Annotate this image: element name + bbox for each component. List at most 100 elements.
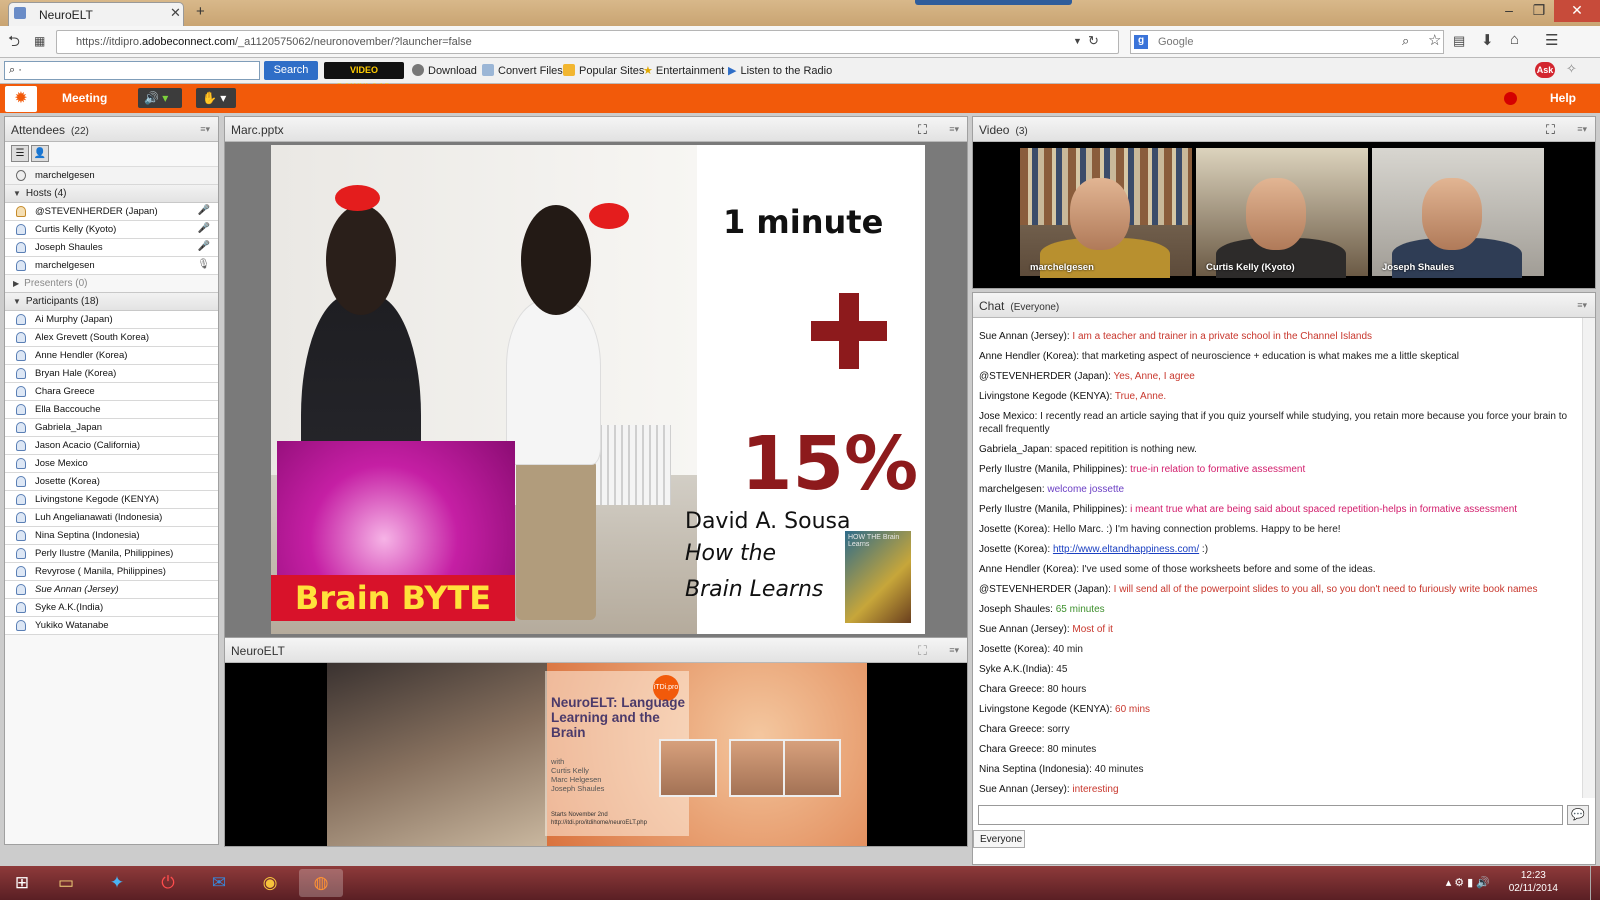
video-feed[interactable]: Joseph Shaules xyxy=(1372,148,1544,278)
toolbar-search-button[interactable]: Search xyxy=(264,61,318,80)
outlook-icon[interactable]: ✉ xyxy=(197,869,241,897)
participant-row[interactable]: Jason Acacio (California) xyxy=(5,437,218,455)
file-explorer-icon[interactable]: ▭ xyxy=(44,869,88,897)
pod-menu-icon[interactable]: ≡▾ xyxy=(1577,124,1587,135)
chat-scrollbar[interactable] xyxy=(1582,318,1595,798)
chrome-icon[interactable]: ◉ xyxy=(248,869,292,897)
toolbar-search-input[interactable]: ⌕ · xyxy=(4,61,260,80)
address-bar[interactable]: https://itdipro.adobeconnect.com/_a11205… xyxy=(56,30,1119,54)
chat-tab-everyone[interactable]: Everyone xyxy=(973,830,1025,848)
banner-name: Curtis Kelly xyxy=(551,766,589,775)
pod-menu-icon[interactable]: ≡▾ xyxy=(949,645,959,656)
participant-row[interactable]: Perly Ilustre (Manila, Philippines) xyxy=(5,545,218,563)
participant-row[interactable]: Revyrose ( Manila, Philippines) xyxy=(5,563,218,581)
bookmarks-list-icon[interactable]: ▤ xyxy=(1453,33,1465,49)
clock-date: 02/11/2014 xyxy=(1508,883,1558,894)
toolbar-settings-icon[interactable]: ✧ xyxy=(1566,61,1577,77)
chat-link[interactable]: http://www.eltandhappiness.com/ xyxy=(1053,544,1199,555)
video-feed[interactable]: marchelgesen xyxy=(1020,148,1192,278)
help-menu[interactable]: Help xyxy=(1550,91,1576,105)
host-row[interactable]: @STEVENHERDER (Japan) 🎤 xyxy=(5,203,218,221)
participants-group[interactable]: ▼ Participants (18) xyxy=(5,293,218,311)
show-desktop-button[interactable] xyxy=(1590,866,1600,900)
power-icon[interactable]: ⏻ xyxy=(146,869,190,897)
host-row[interactable]: Curtis Kelly (Kyoto) 🎤 xyxy=(5,221,218,239)
downloads-icon[interactable]: ⬇ xyxy=(1481,31,1494,49)
chat-message: Livingstone Kegode (KENYA): 60 mins xyxy=(979,703,1581,716)
participant-row[interactable]: Luh Angelianawati (Indonesia) xyxy=(5,509,218,527)
back-button[interactable]: ⮌ xyxy=(8,31,20,56)
participant-row[interactable]: Livingstone Kegode (KENYA) xyxy=(5,491,218,509)
toolbar-entertainment-label: Entertainment xyxy=(655,65,725,77)
participant-row[interactable]: Nina Septina (Indonesia) xyxy=(5,527,218,545)
firefox-icon[interactable]: ◍ xyxy=(299,869,343,897)
participant-row[interactable]: Chara Greece xyxy=(5,383,218,401)
twitter-icon[interactable]: ✦ xyxy=(95,869,139,897)
pod-menu-icon[interactable]: ≡▾ xyxy=(200,124,210,135)
toolbar-radio[interactable]: ▶ Listen to the Radio xyxy=(728,64,832,77)
hosts-group[interactable]: ▼ Hosts (4) xyxy=(5,185,218,203)
list-view-icon[interactable]: ☰ xyxy=(11,145,29,162)
start-button[interactable]: ⊞ xyxy=(0,869,44,897)
fullscreen-icon[interactable]: ⛶ xyxy=(918,643,927,659)
browser-tab-bar: NeuroELT ✕ + – ❐ ✕ xyxy=(0,0,1600,26)
toolbar-convert-files[interactable]: Convert Files xyxy=(482,64,563,77)
self-row[interactable]: marchelgesen xyxy=(5,167,218,185)
page-info-icon[interactable]: ▦ xyxy=(34,34,45,48)
browser-tab[interactable]: NeuroELT xyxy=(8,2,184,26)
bookmark-star-icon[interactable]: ☆ xyxy=(1428,31,1441,49)
system-tray[interactable]: ▴ ⚙ ▮ 🔊 xyxy=(1446,876,1490,889)
toolbar-download[interactable]: Download xyxy=(412,64,477,77)
participant-row[interactable]: Syke A.K.(India) xyxy=(5,599,218,617)
participant-row[interactable]: Josette (Korea) xyxy=(5,473,218,491)
video-name: Joseph Shaules xyxy=(1382,262,1455,273)
chat-text: 80 hours xyxy=(1047,684,1087,695)
fullscreen-icon[interactable]: ⛶ xyxy=(918,122,927,138)
video-feed[interactable]: Curtis Kelly (Kyoto) xyxy=(1196,148,1368,278)
pod-menu-icon[interactable]: ≡▾ xyxy=(949,124,959,135)
participant-row[interactable]: Ai Murphy (Japan) xyxy=(5,311,218,329)
search-magnifier-icon[interactable]: ⌕ xyxy=(1402,33,1409,49)
meeting-menu[interactable]: Meeting xyxy=(62,91,107,105)
ask-logo[interactable]: Ask xyxy=(1535,62,1555,78)
menu-icon[interactable]: ☰ xyxy=(1545,31,1558,49)
participant-row[interactable]: Gabriela_Japan xyxy=(5,419,218,437)
banner-name: Marc Helgesen xyxy=(551,775,602,784)
send-message-button[interactable]: 💬 xyxy=(1567,805,1589,825)
participant-row[interactable]: Alex Grevett (South Korea) xyxy=(5,329,218,347)
participant-row[interactable]: Ella Baccouche xyxy=(5,401,218,419)
toolbar-popular-sites[interactable]: Popular Sites xyxy=(563,64,644,77)
host-row[interactable]: Joseph Shaules 🎤 xyxy=(5,239,218,257)
red-cap-icon xyxy=(335,185,380,211)
popular-sites-icon xyxy=(563,64,575,76)
new-tab-button[interactable]: + xyxy=(196,3,205,20)
presenters-group[interactable]: ▶ Presenters (0) xyxy=(5,275,218,293)
participant-row[interactable]: Sue Annan (Jersey) xyxy=(5,581,218,599)
book-cover: HOW THE Brain Learns xyxy=(845,531,911,623)
fullscreen-icon[interactable]: ⛶ xyxy=(1546,122,1555,138)
toolbar-entertainment[interactable]: ★ Entertainment xyxy=(643,64,724,77)
speaker-button[interactable]: 🔊 ▾ xyxy=(138,88,182,108)
web-search-box[interactable]: Google xyxy=(1130,30,1444,54)
chat-text: Yes, Anne, I agree xyxy=(1113,371,1195,382)
pod-menu-icon[interactable]: ≡▾ xyxy=(1577,300,1587,311)
maximize-button[interactable]: ❐ xyxy=(1524,0,1554,22)
minimize-button[interactable]: – xyxy=(1494,0,1524,22)
chat-input[interactable] xyxy=(978,805,1563,825)
home-icon[interactable]: ⌂ xyxy=(1510,31,1519,48)
student-left-head xyxy=(326,205,396,315)
status-view-icon[interactable]: 👤 xyxy=(31,145,49,162)
reload-icon[interactable]: ↻ xyxy=(1088,33,1099,49)
participant-row[interactable]: Anne Hendler (Korea) xyxy=(5,347,218,365)
video-converter-logo[interactable]: VIDEO DOWNLOAD CONVERTER xyxy=(324,62,404,109)
participant-row[interactable]: Bryan Hale (Korea) xyxy=(5,365,218,383)
url-dropdown-icon[interactable]: ▼ xyxy=(1073,36,1082,46)
participant-row[interactable]: Yukiko Watanabe xyxy=(5,617,218,635)
raise-hand-button[interactable]: ✋ ▾ xyxy=(196,88,236,108)
participant-row[interactable]: Jose Mexico xyxy=(5,455,218,473)
host-row[interactable]: marchelgesen 🎙 xyxy=(5,257,218,275)
tab-close-icon[interactable]: ✕ xyxy=(170,5,181,21)
clock[interactable]: 12:23 02/11/2014 xyxy=(1509,869,1558,895)
itdi-logo-icon: ✹ xyxy=(5,86,37,112)
close-window-button[interactable]: ✕ xyxy=(1554,0,1600,22)
